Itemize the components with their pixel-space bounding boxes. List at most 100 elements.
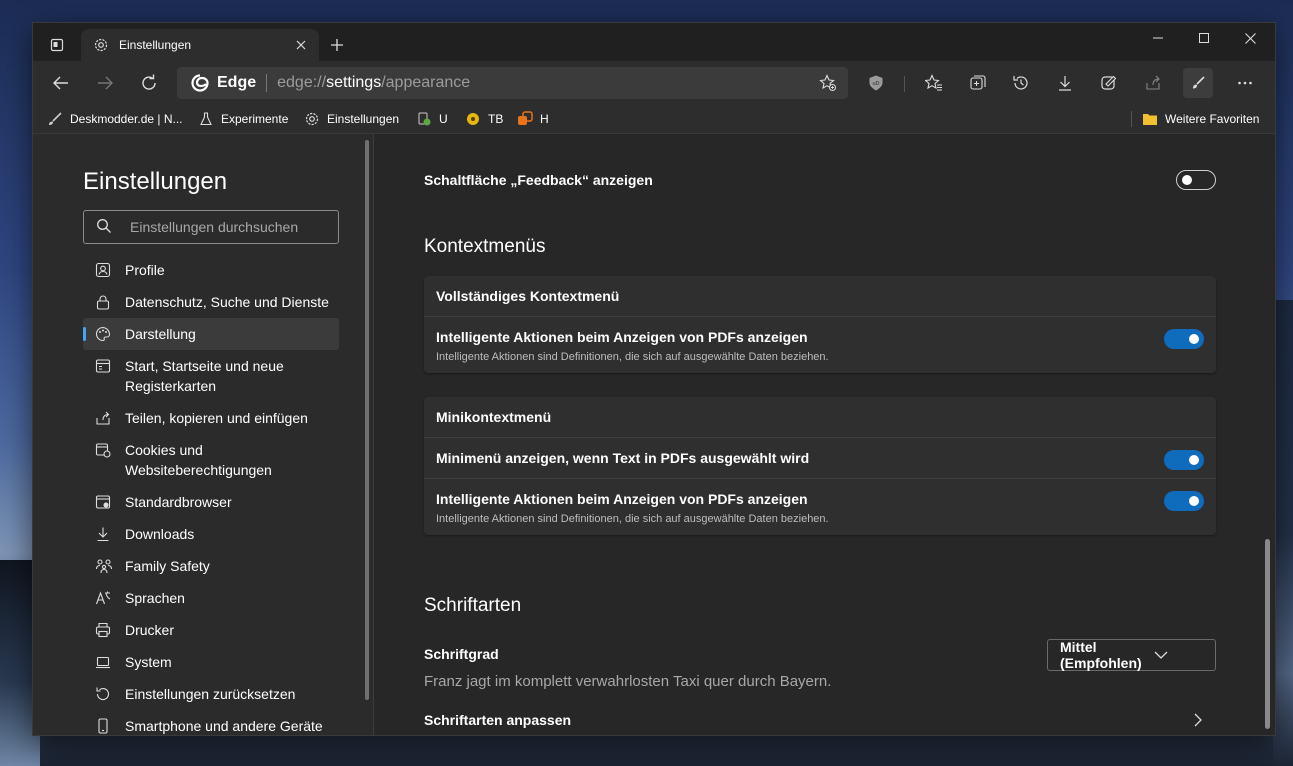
star-add-icon [819,74,836,91]
downloads-button[interactable] [1050,68,1080,98]
close-icon [1244,32,1256,44]
forward-button[interactable] [90,68,120,98]
laptop-icon [95,654,113,672]
sidebar-item-downloads[interactable]: Downloads [83,518,339,550]
history-button[interactable] [1006,68,1036,98]
tab-close-button[interactable] [289,33,313,57]
plus-icon [331,39,343,51]
smart-actions-toggle[interactable] [1164,329,1204,349]
browser-window: Einstellungen Edge edge://settings/appea… [33,23,1275,735]
favorites-button[interactable] [919,68,949,98]
font-sample-text: Franz jagt im komplett verwahrlosten Tax… [424,673,832,690]
feedback-button-row: Schaltfläche „Feedback“ anzeigen [424,170,1216,190]
minimize-button[interactable] [1135,23,1181,53]
history-icon [1013,76,1028,90]
sidebar-item-languages[interactable]: Sprachen [83,582,339,614]
brush-icon [47,111,63,127]
web-capture-button[interactable] [1094,68,1124,98]
mini-menu-pdf-toggle[interactable] [1164,450,1204,470]
sidebar-item-label: Family Safety [125,558,210,574]
sidebar-item-cookies[interactable]: Cookies und Websiteberechtigungen [83,434,339,486]
collections-icon [970,75,986,90]
title-bar: Einstellungen [33,23,1275,61]
chevron-right-icon [1194,713,1202,730]
url-text[interactable]: edge://settings/appearance [277,74,814,92]
favorite-experimente[interactable]: Experimente [198,108,288,130]
favorite-h[interactable]: H [517,108,549,130]
setting-description: Intelligente Aktionen sind Definitionen,… [436,351,829,363]
sidebar-item-label: Standardbrowser [125,494,232,510]
profile-icon [95,262,113,280]
favorite-label: TB [488,112,504,126]
favorite-deskmodder[interactable]: Deskmodder.de | N... [47,108,183,130]
maximize-button[interactable] [1181,23,1227,53]
sidebar-item-appearance[interactable]: Darstellung [83,318,339,350]
url-path: /appearance [381,74,471,91]
settings-content: Einstellungen Profile Datenschutz, Suche… [33,134,1275,735]
shield-icon: uD [869,75,883,91]
favorite-u[interactable]: U [416,108,448,130]
smart-actions-row: Intelligente Aktionen beim Anzeigen von … [424,317,1216,373]
close-window-button[interactable] [1227,23,1273,53]
sidebar-item-label: Start, Startseite und neue Registerkarte… [125,358,284,394]
sidebar-item-family-safety[interactable]: Family Safety [83,550,339,582]
sidebar-item-system[interactable]: System [83,646,339,678]
language-icon [95,590,113,608]
svg-text:uD: uD [872,81,879,87]
customize-fonts-row[interactable]: Schriftarten anpassen [424,710,1216,730]
sidebar-item-phone-devices[interactable]: Smartphone und andere Geräte [83,710,339,735]
orange-icon [517,111,533,127]
navigation-toolbar: Edge edge://settings/appearance uD [33,61,1275,105]
sidebar-item-privacy[interactable]: Datenschutz, Suche und Dienste [83,286,339,318]
flask-icon [198,111,214,127]
extension-brush-button[interactable] [1183,68,1213,98]
sidebar-scrollbar[interactable] [365,140,369,700]
tab-settings[interactable]: Einstellungen [81,29,319,61]
refresh-button[interactable] [134,68,164,98]
other-favorites-folder[interactable]: Weitere Favoriten [1142,108,1259,130]
browser-icon [95,494,113,512]
sidebar-item-profile[interactable]: Profile [83,254,339,286]
sidebar-item-default-browser[interactable]: Standardbrowser [83,486,339,518]
arrow-left-icon [53,76,68,90]
download-icon [1059,76,1071,91]
download-icon [95,526,113,544]
settings-more-button[interactable] [1230,68,1260,98]
sidebar-title: Einstellungen [83,168,228,195]
sidebar-item-share-copy-paste[interactable]: Teilen, kopieren und einfügen [83,402,339,434]
favorites-icon [925,74,942,91]
cookies-icon [95,442,113,460]
mini-smart-actions-toggle[interactable] [1164,491,1204,511]
favorite-einstellungen[interactable]: Einstellungen [304,108,399,130]
sidebar-item-label: Darstellung [125,326,196,342]
ublock-extension-button[interactable]: uD [861,68,891,98]
feedback-toggle[interactable] [1176,170,1216,190]
sidebar-item-start-home-newtab[interactable]: Start, Startseite und neue Registerkarte… [83,350,339,402]
setting-title: Intelligente Aktionen beim Anzeigen von … [436,329,808,345]
tab-actions-button[interactable] [43,31,71,59]
favorite-label: U [439,112,448,126]
favorite-label: Einstellungen [327,112,400,126]
sidebar-item-label: Downloads [125,526,195,542]
mini-menu-pdf-row: Minimenü anzeigen, wenn Text in PDFs aus… [424,438,1216,479]
sidebar-item-label: Datenschutz, Suche und Dienste [125,294,329,310]
new-tab-button[interactable] [325,33,349,57]
favorites-divider [1131,111,1132,127]
main-scrollbar[interactable] [1265,539,1270,729]
search-input[interactable] [128,218,338,236]
favorite-tb[interactable]: TB [465,108,503,130]
maximize-icon [1199,33,1209,43]
font-size-value: Mittel (Empfohlen) [1060,639,1142,671]
sidebar-item-label: Drucker [125,622,175,638]
add-favorite-button[interactable] [814,69,842,97]
back-button[interactable] [46,68,76,98]
sidebar-item-reset[interactable]: Einstellungen zurücksetzen [83,678,339,710]
font-size-select[interactable]: Mittel (Empfohlen) [1047,639,1216,671]
collections-button[interactable] [963,68,993,98]
share-button[interactable] [1138,68,1168,98]
palette-icon [95,326,113,344]
settings-search[interactable] [83,210,339,244]
address-bar[interactable]: Edge edge://settings/appearance [177,67,848,99]
mini-context-menu-card: Minikontextmenü Minimenü anzeigen, wenn … [424,397,1216,535]
sidebar-item-printers[interactable]: Drucker [83,614,339,646]
